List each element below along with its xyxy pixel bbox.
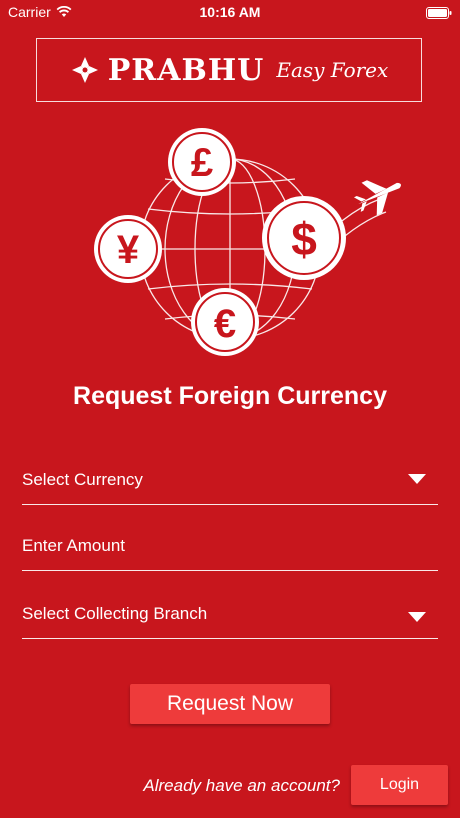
brand-name: PRABHU [107, 52, 265, 88]
yen-coin: ¥ [94, 215, 162, 283]
currency-select-label: Select Currency [22, 470, 143, 489]
branch-select-label: Select Collecting Branch [22, 604, 208, 623]
battery-icon [426, 6, 452, 19]
brand-logo: PRABHU Easy Forex [36, 38, 422, 102]
currency-select[interactable]: Select Currency [22, 464, 438, 505]
status-time: 10:16 AM [199, 4, 261, 20]
pound-symbol: £ [191, 141, 213, 185]
globe-icon [139, 158, 387, 340]
dropdown-arrow-icon [408, 612, 426, 622]
amount-input[interactable]: Enter Amount [22, 530, 438, 571]
euro-coin: € [191, 288, 259, 356]
euro-symbol: € [214, 302, 236, 346]
login-button[interactable]: Login [351, 765, 448, 805]
yen-symbol: ¥ [117, 228, 140, 272]
prabhu-emblem-icon [70, 55, 100, 85]
brand-subtitle: Easy Forex [276, 58, 389, 82]
dollar-symbol: $ [291, 213, 317, 265]
amount-input-placeholder: Enter Amount [22, 536, 126, 555]
airplane-icon [353, 180, 401, 216]
dollar-coin: $ [262, 196, 346, 280]
page-title: Request Foreign Currency [73, 382, 387, 410]
status-bar: Carrier 10:16 AM [0, 0, 460, 24]
login-prompt: Already have an account? [143, 776, 340, 795]
currency-globe-illustration: £ ¥ $ € [94, 128, 401, 356]
dropdown-arrow-icon [408, 474, 426, 484]
branch-select[interactable]: Select Collecting Branch [22, 598, 438, 639]
request-now-button[interactable]: Request Now [130, 684, 330, 724]
pound-coin: £ [168, 128, 236, 196]
